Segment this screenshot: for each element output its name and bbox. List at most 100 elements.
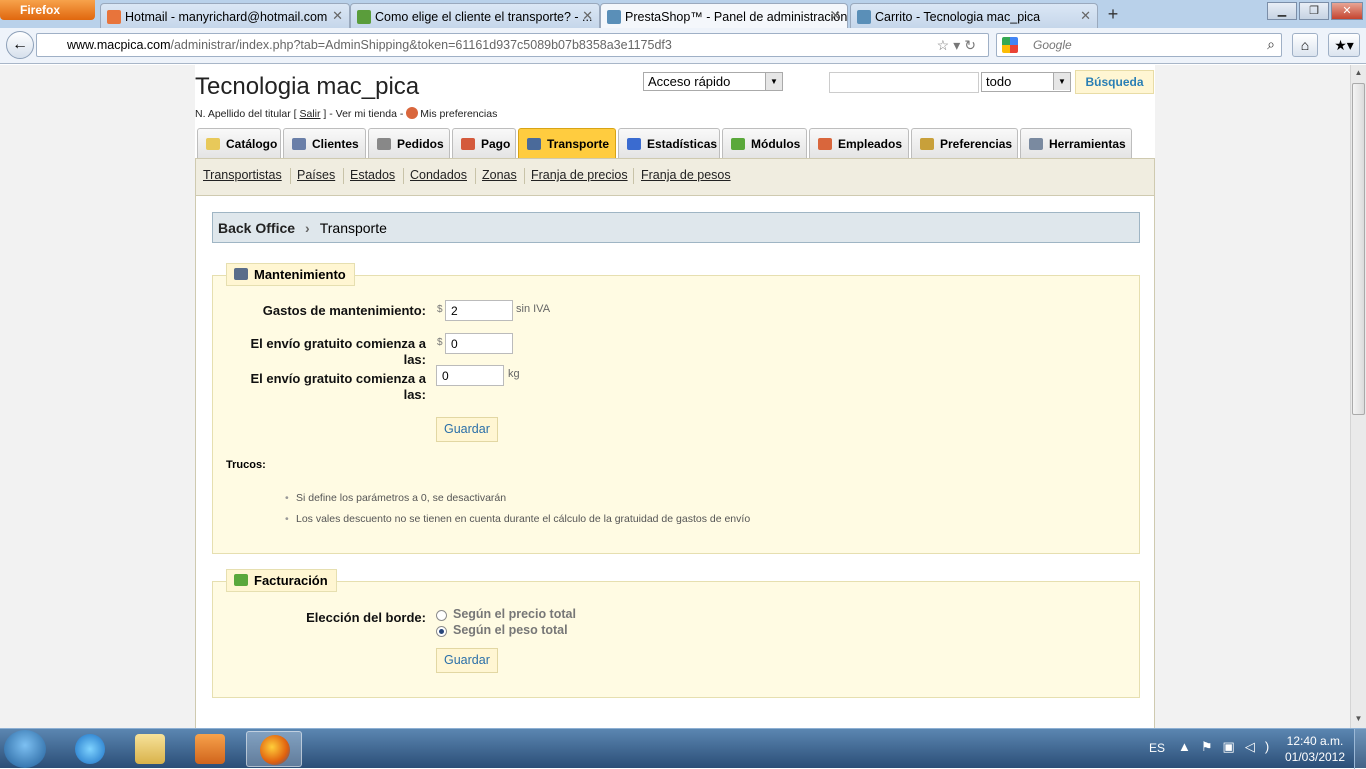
person-icon	[292, 138, 306, 150]
browser-tab-prestashop[interactable]: PrestaShop™ - Panel de administración ✕	[600, 3, 848, 28]
tab-close-icon[interactable]: ✕	[1080, 8, 1091, 24]
quick-access-value: Acceso rápido	[648, 74, 731, 89]
breadcrumb: Back Office › Transporte	[212, 212, 1140, 243]
show-hidden-icons-icon[interactable]: ▲	[1178, 739, 1201, 754]
taskbar-firefox[interactable]	[246, 731, 302, 767]
clock-time[interactable]: 12:40 a.m.	[1280, 734, 1350, 748]
subtab-weight-ranges[interactable]: Franja de pesos	[641, 168, 731, 182]
logout-link[interactable]: Salir	[299, 108, 320, 120]
language-indicator[interactable]: ES	[1149, 741, 1165, 755]
admin-search-input[interactable]	[829, 72, 979, 93]
subtab-price-ranges[interactable]: Franja de precios	[531, 168, 628, 182]
subtab-separator	[524, 168, 525, 184]
save-maintenance-button[interactable]: Guardar	[436, 417, 498, 442]
tab-employees[interactable]: Empleados	[809, 128, 909, 158]
action-center-flag-icon[interactable]: ⚑	[1201, 739, 1223, 754]
taskbar-file-explorer[interactable]	[122, 731, 178, 767]
browser-tab-cart[interactable]: Carrito - Tecnologia mac_pica ✕	[850, 3, 1098, 28]
minimize-window-button[interactable]: ▁	[1267, 2, 1297, 20]
option-by-price-label[interactable]: Según el precio total	[453, 607, 576, 621]
bookmark-star-icon[interactable]: ☆	[937, 37, 954, 53]
search-scope-select[interactable]: todo ▼	[981, 72, 1071, 92]
bookmarks-icon: ★▾	[1334, 37, 1354, 53]
taskbar-media-player[interactable]	[182, 731, 238, 767]
network-icon[interactable]: ▣	[1223, 739, 1245, 754]
billing-fieldset: Facturación Elección del borde: Según el…	[212, 569, 1140, 698]
url-host: www.macpica.com	[67, 38, 171, 52]
hotmail-favicon-icon	[107, 10, 121, 24]
clock-date[interactable]: 01/03/2012	[1280, 750, 1350, 764]
maximize-window-button[interactable]: ❐	[1299, 2, 1329, 20]
employee-icon	[818, 138, 832, 150]
subtab-countries[interactable]: Países	[297, 168, 335, 182]
legend-label: Facturación	[254, 573, 328, 588]
browser-tab-strip: Firefox Hotmail - manyrichard@hotmail.co…	[0, 0, 1366, 28]
new-tab-button[interactable]: +	[1100, 4, 1126, 26]
subtab-carriers[interactable]: Transportistas	[203, 168, 282, 182]
tab-label: Preferencias	[940, 137, 1013, 151]
subtab-zones[interactable]: Zonas	[482, 168, 517, 182]
tab-close-icon[interactable]: ✕	[332, 8, 343, 24]
tab-catalog[interactable]: Catálogo	[197, 128, 281, 158]
vertical-scrollbar[interactable]: ▲ ▼	[1350, 65, 1366, 728]
bookmarks-button[interactable]: ★▾	[1328, 33, 1360, 57]
free-shipping-weight-input[interactable]: 0	[436, 365, 504, 386]
handling-cost-input[interactable]: 2	[445, 300, 513, 321]
url-bar[interactable]: www.macpica.com/administrar/index.php?ta…	[36, 33, 989, 57]
subtab-states[interactable]: Estados	[350, 168, 395, 182]
tab-payment[interactable]: Pago	[452, 128, 516, 158]
scroll-thumb[interactable]	[1352, 83, 1365, 415]
breadcrumb-current: Transporte	[319, 220, 387, 236]
volume-icon[interactable]: ◁)	[1245, 739, 1279, 754]
truck-icon	[527, 138, 541, 150]
back-button[interactable]: ←	[6, 31, 34, 59]
weight-unit: kg	[508, 368, 520, 380]
option-by-weight-label[interactable]: Según el peso total	[453, 623, 568, 637]
scroll-up-icon[interactable]: ▲	[1351, 65, 1366, 81]
money-icon	[234, 574, 248, 586]
scroll-down-icon[interactable]: ▼	[1351, 711, 1366, 727]
tab-label: Módulos	[751, 137, 801, 151]
user-info-line: N. Apellido del titular [ Salir ] - Ver …	[195, 107, 497, 120]
tab-tools[interactable]: Herramientas	[1020, 128, 1132, 158]
browser-tab-transport-question[interactable]: Como elige el cliente el transporte? - .…	[350, 3, 600, 28]
web-search-box[interactable]: Google ⌕	[996, 33, 1282, 57]
my-preferences-link[interactable]: Mis preferencias	[420, 108, 497, 120]
free-shipping-price-input[interactable]: 0	[445, 333, 513, 354]
browser-tab-hotmail[interactable]: Hotmail - manyrichard@hotmail.com ✕	[100, 3, 350, 28]
tab-modules[interactable]: Módulos	[722, 128, 807, 158]
url-bar-actions: ☆▾↻	[937, 37, 980, 54]
tab-close-icon[interactable]: ✕	[582, 8, 593, 24]
history-dropdown-icon[interactable]: ▾	[953, 37, 964, 53]
google-icon[interactable]	[1002, 37, 1018, 53]
puzzle-icon	[731, 138, 745, 150]
page-viewport: Tecnologia mac_pica N. Apellido del titu…	[0, 65, 1350, 728]
firefox-menu-button[interactable]: Firefox	[0, 0, 95, 20]
search-button[interactable]: Búsqueda	[1075, 70, 1154, 94]
tab-customers[interactable]: Clientes	[283, 128, 366, 158]
cart-icon	[377, 138, 391, 150]
subtab-separator	[403, 168, 404, 184]
radio-by-weight[interactable]	[436, 626, 447, 637]
tab-label: Transporte	[547, 137, 610, 151]
taskbar-internet-explorer[interactable]	[62, 731, 118, 767]
radio-by-price[interactable]	[436, 610, 447, 621]
tab-statistics[interactable]: Estadísticas	[618, 128, 720, 158]
tab-close-icon[interactable]: ✕	[830, 8, 841, 24]
subtab-counties[interactable]: Condados	[410, 168, 467, 182]
billing-choice-label: Elección del borde:	[306, 610, 426, 625]
tab-shipping[interactable]: Transporte	[518, 128, 616, 158]
save-billing-button[interactable]: Guardar	[436, 648, 498, 673]
search-magnifier-icon[interactable]: ⌕	[1267, 36, 1275, 53]
quick-access-select[interactable]: Acceso rápido ▼	[643, 72, 783, 91]
reload-icon[interactable]: ↻	[964, 37, 980, 53]
tab-orders[interactable]: Pedidos	[368, 128, 450, 158]
view-shop-text[interactable]: ] - Ver mi tienda -	[323, 108, 403, 120]
tab-preferences[interactable]: Preferencias	[911, 128, 1018, 158]
folder-icon	[206, 138, 220, 150]
show-desktop-button[interactable]	[1354, 729, 1366, 769]
home-button[interactable]: ⌂	[1292, 33, 1318, 57]
close-window-button[interactable]: ✕	[1331, 2, 1363, 20]
start-button[interactable]	[4, 730, 46, 768]
breadcrumb-root[interactable]: Back Office	[218, 220, 295, 236]
